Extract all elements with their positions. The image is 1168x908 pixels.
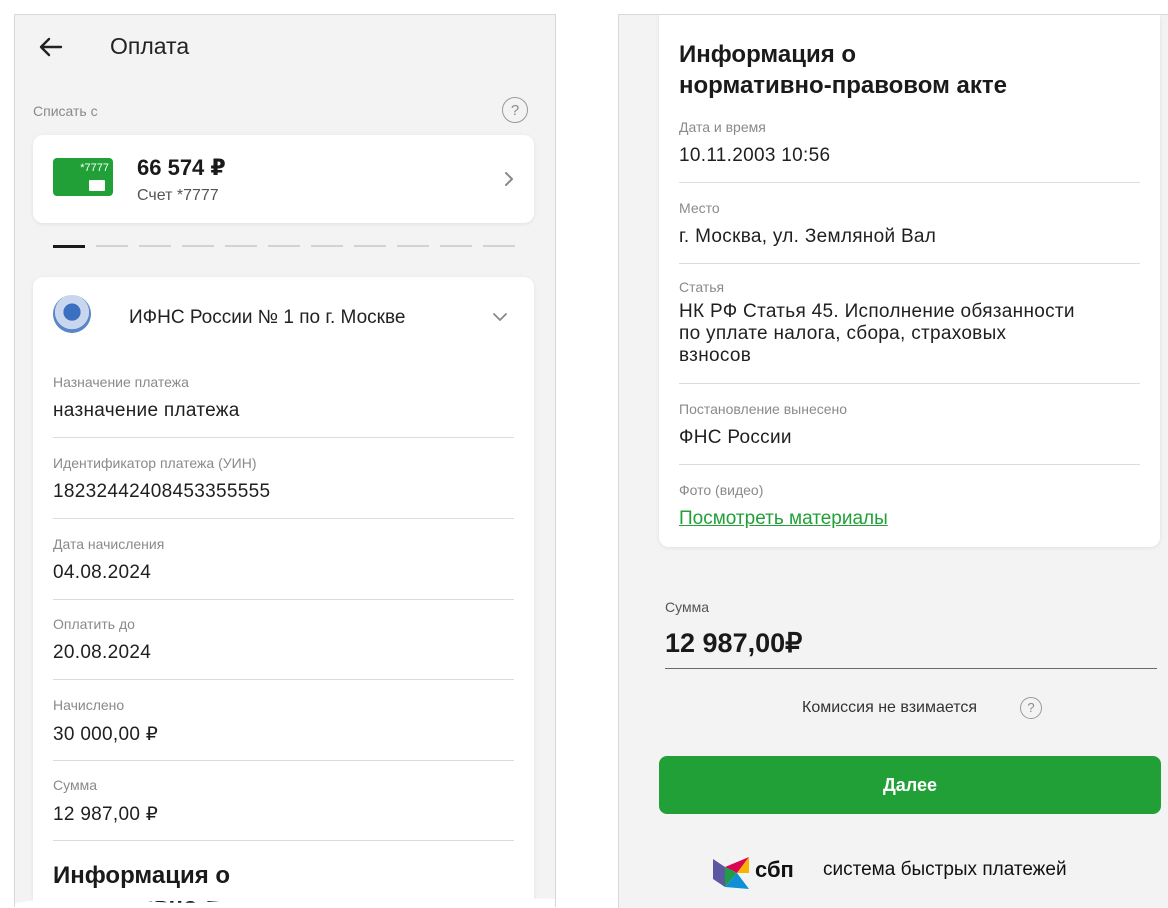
field-photo-video: Фото (видео) Посмотреть материалы	[679, 482, 1140, 530]
field-label: Назначение платежа	[53, 374, 189, 390]
account-name: Счет *7777	[137, 187, 219, 204]
field-value: 04.08.2024	[53, 562, 152, 583]
field-uin: Идентификатор платежа (УИН) 182324424084…	[53, 455, 514, 519]
field-value: ФНС России	[679, 427, 792, 448]
sbp-logo-icon	[713, 857, 749, 889]
value-line: взносов	[679, 345, 752, 366]
divider	[53, 437, 514, 438]
sbp-short-name: сбп	[755, 857, 794, 882]
field-label: Дата и время	[679, 119, 766, 135]
help-icon[interactable]: ?	[1020, 697, 1042, 719]
field-value: г. Москва, ул. Земляной Вал	[679, 226, 937, 247]
debit-from-label: Списать с	[33, 103, 98, 119]
chevron-down-icon[interactable]	[491, 311, 509, 323]
field-label: Фото (видео)	[679, 482, 764, 498]
legal-act-card: Информация о нормативно-правовом акте Да…	[659, 15, 1160, 547]
card-thumbnail: *7777	[53, 158, 113, 196]
field-value: назначение платежа	[53, 400, 240, 421]
pager-dash[interactable]	[397, 245, 429, 247]
sum-underline	[665, 668, 1157, 669]
field-issued-by: Постановление вынесено ФНС России	[679, 401, 1140, 465]
field-label: Начислено	[53, 697, 125, 713]
field-label: Статья	[679, 279, 725, 295]
heading-line: нормативно-правовом акте	[679, 72, 1007, 99]
divider	[53, 599, 514, 600]
divider	[679, 383, 1140, 384]
pager-dash[interactable]	[96, 245, 128, 247]
payment-screen-right: Информация о нормативно-правовом акте Да…	[618, 14, 1168, 908]
field-value: НК РФ Статья 45. Исполнение обязанности …	[679, 301, 1140, 367]
field-label: Сумма	[53, 777, 97, 793]
chevron-right-icon	[505, 172, 513, 186]
field-label: Оплатить до	[53, 616, 135, 632]
pager-dash[interactable]	[182, 245, 214, 247]
pager-dash[interactable]	[483, 245, 515, 247]
top-bar: Оплата	[15, 15, 555, 79]
divider	[53, 679, 514, 680]
pager-dash[interactable]	[139, 245, 171, 247]
value-line: НК РФ Статья 45. Исполнение обязанности	[679, 301, 1075, 322]
field-article: Статья НК РФ Статья 45. Исполнение обяза…	[679, 279, 1140, 384]
pager-dash[interactable]	[354, 245, 386, 247]
field-label: Место	[679, 200, 720, 216]
page-title: Оплата	[110, 33, 190, 59]
card-number: *7777	[80, 162, 109, 174]
legal-act-heading: Информация о нормативно-правовом акте	[679, 39, 1007, 101]
field-value: 30 000,00 ₽	[53, 724, 159, 745]
divider	[679, 263, 1140, 264]
sum-input[interactable]	[665, 619, 1157, 667]
pager-dash[interactable]	[311, 245, 343, 247]
pager-dash[interactable]	[440, 245, 472, 247]
commission-text: Комиссия не взимается	[802, 699, 978, 716]
payee-name: ИФНС России № 1 по г. Москве	[129, 307, 406, 328]
payment-screen-left: Оплата Списать с ? *7777 66 574 ₽ Счет *…	[14, 14, 556, 907]
view-materials-link[interactable]: Посмотреть материалы	[679, 508, 1140, 530]
field-label: Идентификатор платежа (УИН)	[53, 455, 257, 471]
back-arrow-icon[interactable]	[35, 31, 67, 63]
field-place: Место г. Москва, ул. Земляной Вал	[679, 200, 1140, 264]
torn-edge	[15, 891, 555, 907]
account-selector[interactable]: *7777 66 574 ₽ Счет *7777	[33, 135, 534, 223]
help-icon[interactable]: ?	[502, 97, 528, 123]
field-label: Постановление вынесено	[679, 401, 848, 417]
heading-line: Информация о	[679, 41, 857, 68]
field-datetime: Дата и время 10.11.2003 10:56	[679, 119, 1140, 183]
field-due-date: Оплатить до 20.08.2024	[53, 616, 514, 680]
account-balance: 66 574 ₽	[137, 155, 226, 180]
pager-dash[interactable]	[53, 245, 85, 248]
pager-dash[interactable]	[225, 245, 257, 247]
field-purpose: Назначение платежа назначение платежа	[53, 374, 514, 438]
field-label: Дата начисления	[53, 536, 165, 552]
divider	[53, 760, 514, 761]
field-value: 20.08.2024	[53, 642, 152, 663]
sum-label: Сумма	[665, 599, 709, 615]
field-value: 12 987,00 ₽	[53, 804, 159, 825]
payee-details-card: ИФНС России № 1 по г. Москве Назначение …	[33, 277, 534, 907]
divider	[679, 464, 1140, 465]
divider	[53, 518, 514, 519]
visa-logo-icon	[89, 180, 105, 191]
value-line: по уплате налога, сбора, страховых	[679, 323, 1007, 344]
field-accrual-date: Дата начисления 04.08.2024	[53, 536, 514, 600]
field-value: 18232442408453355555	[53, 481, 271, 502]
field-accrued: Начислено 30 000,00 ₽	[53, 697, 514, 761]
divider	[679, 182, 1140, 183]
sbp-full-name: система быстрых платежей	[823, 859, 1067, 880]
fns-emblem-icon	[53, 295, 91, 333]
divider	[53, 840, 514, 841]
next-button[interactable]: Далее	[659, 756, 1161, 814]
field-value: 10.11.2003 10:56	[679, 145, 831, 166]
field-amount: Сумма 12 987,00 ₽	[53, 777, 514, 841]
pager-dash[interactable]	[268, 245, 300, 247]
